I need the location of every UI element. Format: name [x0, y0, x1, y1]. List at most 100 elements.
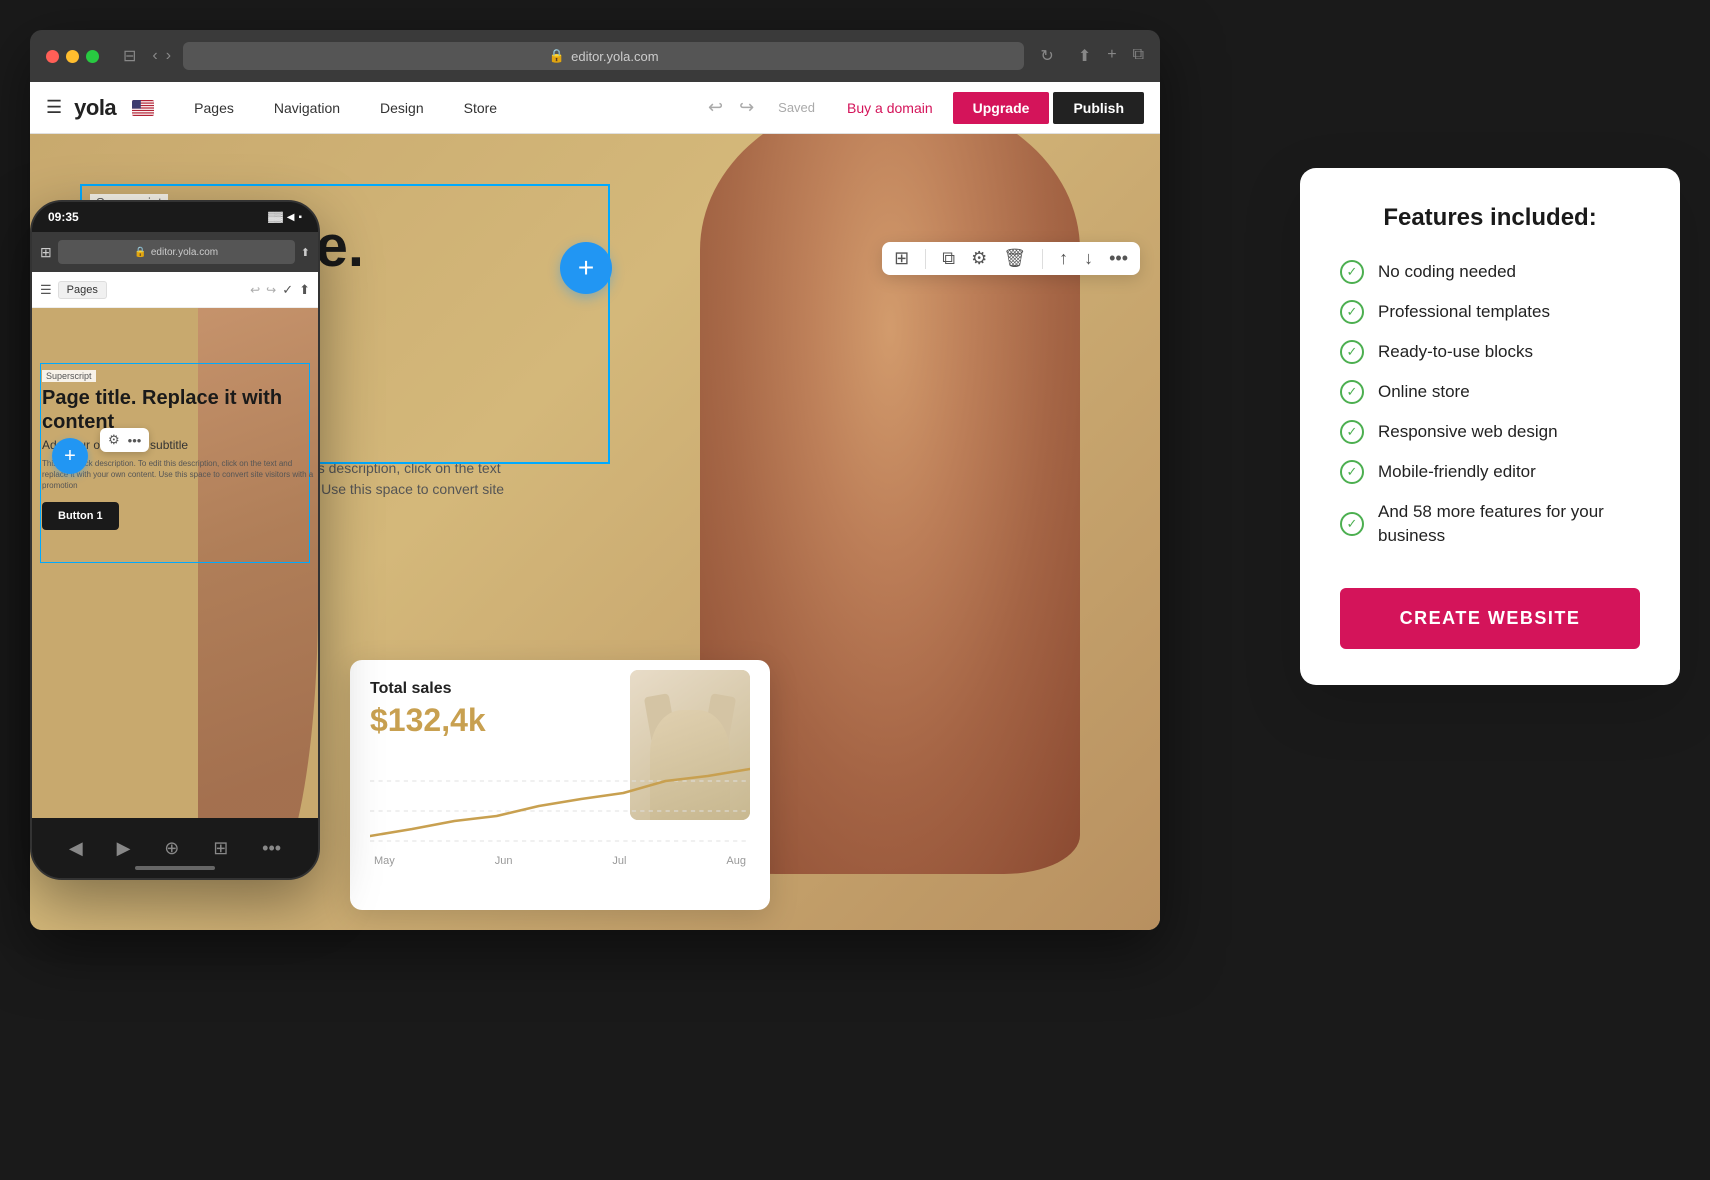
move-up-icon[interactable]: ↑	[1059, 248, 1068, 269]
menu-icon[interactable]: ☰	[46, 97, 62, 118]
check-icon-5: ✓	[1340, 420, 1364, 444]
check-icon-2: ✓	[1340, 300, 1364, 324]
sales-amount: $132,4k	[370, 702, 486, 739]
phone-undo-icon[interactable]: ↩	[250, 283, 260, 297]
phone-mockup: 09:35 ▓▓ ◀ ▪ ⊞ 🔒 editor.yola.com ⬆ ☰ Pag…	[30, 200, 320, 880]
url-text: editor.yola.com	[571, 49, 658, 64]
image-icon[interactable]: ⊞	[894, 248, 909, 269]
feature-text-3: Ready-to-use blocks	[1378, 340, 1533, 364]
phone-mini-toolbar: ⚙ •••	[100, 428, 149, 452]
new-tab-icon[interactable]: +	[1107, 46, 1116, 66]
signal-icon: ▓▓	[268, 212, 283, 223]
phone-toolbar-buttons: ⬆	[301, 246, 310, 259]
feature-item-1: ✓ No coding needed	[1340, 260, 1640, 284]
battery-icon: ▪	[298, 212, 302, 223]
nav-store[interactable]: Store	[444, 82, 517, 134]
phone-more-nav-icon[interactable]: •••	[262, 838, 281, 859]
move-down-icon[interactable]: ↓	[1084, 248, 1093, 269]
phone-url: editor.yola.com	[151, 247, 218, 258]
browser-titlebar: ⊟ ‹ › 🔒 editor.yola.com ↻ ⬆ + ⧉	[30, 30, 1160, 82]
phone-add-button[interactable]: +	[52, 438, 88, 474]
feature-item-5: ✓ Responsive web design	[1340, 420, 1640, 444]
phone-app-menu-icon[interactable]: ☰	[40, 282, 52, 298]
minimize-button[interactable]	[66, 50, 79, 63]
phone-redo-icon[interactable]: ↪	[266, 283, 276, 297]
add-section-button[interactable]: +	[560, 242, 612, 294]
more-icon[interactable]: •••	[1109, 248, 1128, 269]
buy-domain-button[interactable]: Buy a domain	[831, 100, 949, 116]
phone-check-icon[interactable]: ✓	[282, 282, 293, 298]
close-button[interactable]	[46, 50, 59, 63]
floating-toolbar: ⊞ ⧉ ⚙ 🗑 ↑ ↓ •••	[882, 242, 1140, 275]
phone-pages-button[interactable]: Pages	[58, 281, 107, 299]
upgrade-button[interactable]: Upgrade	[953, 92, 1050, 124]
nav-navigation[interactable]: Navigation	[254, 82, 360, 134]
phone-cta-button[interactable]: Button 1	[42, 502, 119, 530]
nav-forward-icon[interactable]: ›	[166, 47, 171, 65]
toolbar-nav: Pages Navigation Design Store	[174, 82, 517, 134]
sidebar-toggle-icon[interactable]: ⊟	[119, 42, 140, 70]
nav-pages[interactable]: Pages	[174, 82, 254, 134]
wifi-icon: ◀	[287, 212, 295, 223]
reload-icon[interactable]: ↻	[1036, 42, 1057, 70]
phone-page-title[interactable]: Page title. Replace it with content	[42, 386, 318, 434]
phone-superscript: Superscript	[42, 370, 96, 382]
duplicate-icon[interactable]: ⧉	[942, 248, 955, 269]
sales-months: May Jun Jul Aug	[370, 855, 750, 867]
settings-icon[interactable]: ⚙	[971, 248, 987, 269]
features-panel: Features included: ✓ No coding needed ✓ …	[1300, 168, 1680, 685]
privacy-icon: 🔒	[549, 48, 565, 64]
maximize-button[interactable]	[86, 50, 99, 63]
check-icon-1: ✓	[1340, 260, 1364, 284]
phone-app-toolbar: ☰ Pages ↩ ↪ ✓ ⬆	[32, 272, 318, 308]
phone-share-icon[interactable]: ⬆	[301, 246, 310, 259]
phone-menu-icon[interactable]: ⊞	[40, 244, 52, 261]
feature-text-4: Online store	[1378, 380, 1470, 404]
yola-logo: yola	[74, 95, 116, 121]
create-website-button[interactable]: CREATE WEBSITE	[1340, 588, 1640, 649]
phone-more-icon[interactable]: •••	[128, 433, 142, 448]
phone-tabs-icon[interactable]: ⊞	[213, 838, 228, 859]
sales-title: Total sales	[370, 680, 486, 698]
features-title: Features included:	[1340, 204, 1640, 232]
language-flag[interactable]	[132, 100, 154, 116]
share-icon[interactable]: ⬆	[1078, 46, 1091, 66]
check-icon-3: ✓	[1340, 340, 1364, 364]
publish-button[interactable]: Publish	[1053, 92, 1144, 124]
saved-status: Saved	[778, 100, 815, 115]
browser-nav: ‹ ›	[152, 47, 171, 65]
phone-share-button[interactable]: ⬆	[299, 282, 310, 298]
phone-back-icon[interactable]: ◀	[69, 838, 83, 859]
check-icon-6: ✓	[1340, 460, 1364, 484]
check-icon-7: ✓	[1340, 512, 1364, 536]
phone-forward-icon[interactable]: ▶	[117, 838, 131, 859]
feature-text-2: Professional templates	[1378, 300, 1550, 324]
phone-address-bar[interactable]: 🔒 editor.yola.com	[58, 240, 295, 264]
sales-card: Total sales $132,4k	[350, 660, 770, 910]
feature-item-4: ✓ Online store	[1340, 380, 1640, 404]
phone-home-indicator	[135, 866, 215, 870]
phone-lock-icon: 🔒	[134, 247, 146, 258]
phone-status-bar: 09:35 ▓▓ ◀ ▪	[32, 202, 318, 232]
phone-settings-icon[interactable]: ⚙	[108, 432, 120, 448]
tabs-icon[interactable]: ⧉	[1133, 46, 1144, 66]
feature-text-7: And 58 more features for your business	[1378, 500, 1640, 548]
browser-right-icons: ⬆ + ⧉	[1078, 46, 1144, 66]
phone-add-tab-icon[interactable]: ⊕	[164, 838, 179, 859]
feature-item-7: ✓ And 58 more features for your business	[1340, 500, 1640, 548]
address-bar[interactable]: 🔒 editor.yola.com	[183, 42, 1024, 70]
phone-browser-toolbar: ⊞ 🔒 editor.yola.com ⬆	[32, 232, 318, 272]
delete-icon[interactable]: 🗑	[1003, 248, 1026, 269]
traffic-lights	[46, 50, 99, 63]
phone-screen: ⊞ 🔒 editor.yola.com ⬆ ☰ Pages ↩ ↪ ✓ ⬆ +	[32, 232, 318, 818]
phone-time: 09:35	[48, 210, 79, 224]
redo-button[interactable]: ↪	[731, 91, 762, 124]
app-toolbar: ☰ yola Pages Navigation Design Store ↩ ↪…	[30, 82, 1160, 134]
feature-item-6: ✓ Mobile-friendly editor	[1340, 460, 1640, 484]
nav-design[interactable]: Design	[360, 82, 444, 134]
feature-text-1: No coding needed	[1378, 260, 1516, 284]
undo-button[interactable]: ↩	[700, 91, 731, 124]
nav-back-icon[interactable]: ‹	[152, 47, 157, 65]
sales-chart	[370, 751, 750, 851]
feature-text-6: Mobile-friendly editor	[1378, 460, 1536, 484]
